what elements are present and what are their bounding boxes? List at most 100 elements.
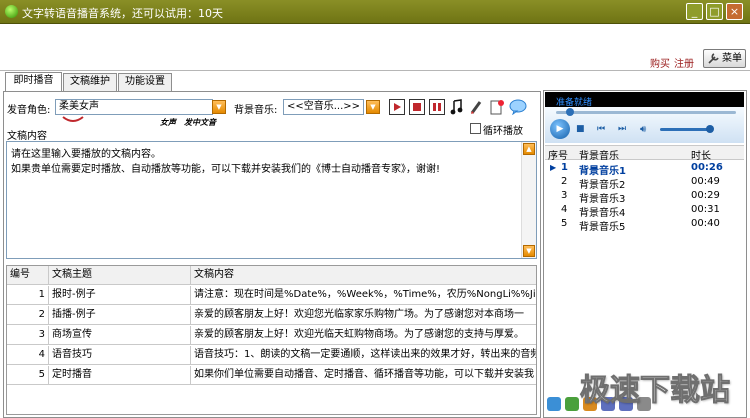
playlist-item[interactable]: 3 背景音乐3 00:29 <box>545 190 744 205</box>
bgm-select[interactable]: <<空音乐...>> <box>283 99 364 115</box>
track-num: 5 <box>561 218 568 229</box>
row-topic: 插播-例子 <box>49 306 191 325</box>
col-header-topic[interactable]: 文稿主题 <box>49 266 191 285</box>
bgm-label: 背景音乐: <box>234 105 278 116</box>
add-folder-icon[interactable] <box>565 397 579 411</box>
track-duration: 00:29 <box>691 190 720 201</box>
row-content: 请注意：现在时间是%Date%，%Week%，%Time%，农历%NongLi%… <box>194 289 536 300</box>
voice-select[interactable]: 柔美女声 <box>55 99 213 115</box>
window-title: 文字转语音播音系统，还可以试用：10天 <box>22 7 223 20</box>
row-topic: 报时-例子 <box>49 286 191 305</box>
scroll-down-icon[interactable]: ▼ <box>523 245 535 257</box>
row-content: 亲爱的顾客朋友上好！欢迎光临天虹购物商场。为了感谢您的支持与厚爱。 <box>194 329 524 340</box>
playlist-item[interactable]: ▶ 1 背景音乐1 00:26 <box>545 162 744 177</box>
playlist-item[interactable]: 5 背景音乐5 00:40 <box>545 218 744 233</box>
row-content: 如果你们单位需要自动播音、定时播音、循环播音等功能，可以下载并安装我 <box>194 369 534 380</box>
header-area <box>0 24 750 71</box>
loop-checkbox[interactable] <box>470 123 481 134</box>
pen-icon[interactable] <box>469 99 483 115</box>
content-label: 文稿内容 <box>7 131 47 142</box>
stop-icon[interactable]: ■ <box>576 124 585 134</box>
playlist-item[interactable]: 4 背景音乐4 00:31 <box>545 204 744 219</box>
content-line-2: 如果贵单位需要定时播放、自动播放等功能，可以下载并安装我们的《博士自动播音专家》… <box>11 164 441 175</box>
app-icon <box>5 5 18 18</box>
play-button[interactable]: ▶ <box>550 119 570 139</box>
col-header-content[interactable]: 文稿内容 <box>191 266 536 285</box>
volume-slider[interactable] <box>660 128 710 131</box>
tab-instant-broadcast[interactable]: 即时播音 <box>5 72 62 92</box>
voice-dropdown-icon[interactable]: ▼ <box>212 100 226 114</box>
watermark: 极速下载站 <box>580 373 731 409</box>
row-id: 5 <box>7 366 49 385</box>
content-textarea[interactable]: 请在这里输入要播放的文稿内容。 如果贵单位需要定时播放、自动播放等功能，可以下载… <box>6 141 537 259</box>
table-header-row: 编号 文稿主题 文稿内容 <box>7 266 536 285</box>
current-track-icon: ▶ <box>550 163 557 172</box>
previous-icon[interactable]: ⏮ <box>597 124 605 134</box>
track-duration: 00:40 <box>691 218 720 229</box>
track-duration: 00:26 <box>691 162 723 173</box>
track-num: 2 <box>561 176 568 187</box>
doc-star-icon[interactable] <box>489 99 505 115</box>
playlist-col-duration[interactable]: 时长 <box>691 147 711 162</box>
volume-icon[interactable]: 🔊︎ <box>640 124 646 135</box>
table-row[interactable]: 1 报时-例子 请注意：现在时间是%Date%，%Week%，%Time%，农历… <box>7 286 536 305</box>
wrench-icon <box>708 53 719 64</box>
playlist-col-name[interactable]: 背景音乐 <box>579 147 619 162</box>
row-topic: 商场宣传 <box>49 326 191 345</box>
track-name: 背景音乐2 <box>579 180 626 191</box>
row-id: 1 <box>7 286 49 305</box>
track-name: 背景音乐3 <box>579 194 626 205</box>
add-music-icon[interactable] <box>547 397 561 411</box>
next-icon[interactable]: ⏭ <box>618 124 626 134</box>
playlist-col-num[interactable]: 序号 <box>548 147 568 162</box>
register-link[interactable]: 注册 <box>674 55 694 70</box>
voice-hint-female: 女声 <box>160 118 176 127</box>
table-row[interactable]: 3 商场宣传 亲爱的顾客朋友上好！欢迎光临天虹购物商场。为了感谢您的支持与厚爱。 <box>7 326 536 345</box>
play-square-icon[interactable] <box>389 99 405 115</box>
voice-label: 发音角色: <box>7 105 51 116</box>
record-square-icon[interactable] <box>429 99 445 115</box>
playlist-item[interactable]: 2 背景音乐2 00:49 <box>545 176 744 191</box>
track-num: 1 <box>561 162 568 173</box>
row-content: 亲爱的顾客朋友上好！欢迎您光临家家乐购物广场。为了感谢您对本商场一 <box>194 309 524 320</box>
seek-bar[interactable] <box>556 111 736 114</box>
track-duration: 00:49 <box>691 176 720 187</box>
tab-script-maintenance[interactable]: 文稿维护 <box>63 73 117 91</box>
music-note-icon[interactable] <box>449 99 463 115</box>
scroll-up-icon[interactable]: ▲ <box>523 143 535 155</box>
buy-link[interactable]: 购买 <box>650 55 670 70</box>
menu-label: 菜单 <box>722 53 742 64</box>
track-name: 背景音乐5 <box>579 222 626 233</box>
content-scrollbar[interactable]: ▲ ▼ <box>521 142 536 258</box>
loop-label: 循环播放 <box>483 126 523 137</box>
table-row[interactable]: 5 定时播音 如果你们单位需要自动播音、定时播音、循环播音等功能，可以下载并安装… <box>7 366 536 385</box>
track-duration: 00:31 <box>691 204 720 215</box>
row-topic: 语音技巧 <box>49 346 191 365</box>
row-topic: 定时播音 <box>49 366 191 385</box>
script-table: 编号 文稿主题 文稿内容 1 报时-例子 请注意：现在时间是%Date%，%We… <box>6 265 537 415</box>
volume-knob[interactable] <box>705 125 714 133</box>
minimize-button[interactable]: _ <box>686 3 703 20</box>
track-name: 背景音乐1 <box>579 166 626 177</box>
voice-hint-chinese: 发中文音 <box>184 118 216 127</box>
stop-square-icon[interactable] <box>409 99 425 115</box>
table-row[interactable]: 2 插播-例子 亲爱的顾客朋友上好！欢迎您光临家家乐购物广场。为了感谢您对本商场… <box>7 306 536 325</box>
row-content: 语音技巧：1、朗读的文稿一定要通顺，这样读出来的效果才好，转出来的音频 <box>194 349 537 360</box>
tab-function-settings[interactable]: 功能设置 <box>118 73 172 91</box>
close-button[interactable]: × <box>726 3 743 20</box>
content-line-1: 请在这里输入要播放的文稿内容。 <box>11 149 161 160</box>
row-id: 2 <box>7 306 49 325</box>
row-id: 3 <box>7 326 49 345</box>
track-num: 3 <box>561 190 568 201</box>
maximize-button[interactable]: □ <box>706 3 723 20</box>
bgm-dropdown-icon[interactable]: ▼ <box>366 100 380 114</box>
menu-button[interactable]: 菜单 <box>703 49 746 68</box>
playlist-header: 序号 背景音乐 时长 <box>545 145 744 162</box>
smile-icon <box>62 116 84 122</box>
row-id: 4 <box>7 346 49 365</box>
speech-bubble-icon[interactable] <box>509 99 527 116</box>
track-num: 4 <box>561 204 568 215</box>
track-name: 背景音乐4 <box>579 208 626 219</box>
table-row[interactable]: 4 语音技巧 语音技巧：1、朗读的文稿一定要通顺，这样读出来的效果才好，转出来的… <box>7 346 537 365</box>
col-header-id[interactable]: 编号 <box>7 266 49 285</box>
